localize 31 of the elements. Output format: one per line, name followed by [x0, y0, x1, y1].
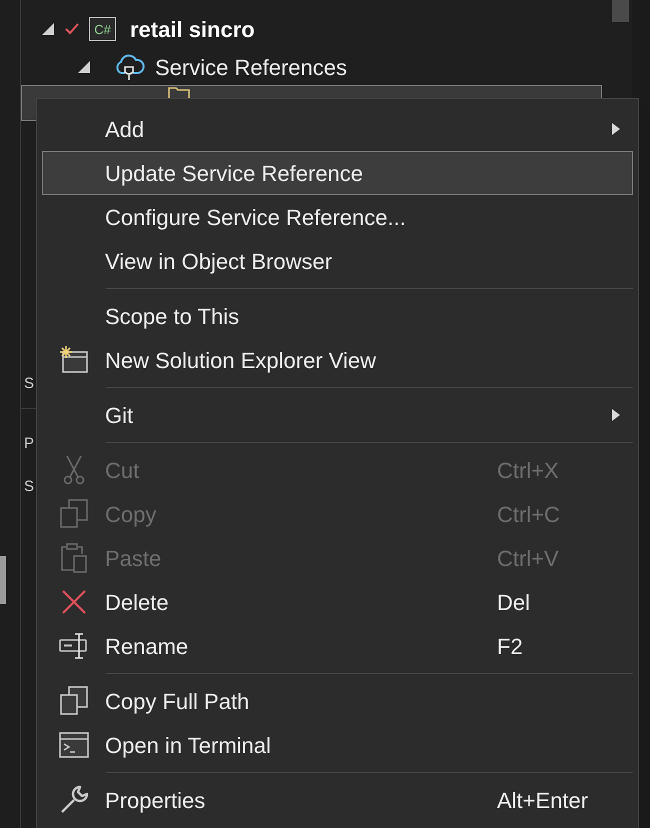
menu-item[interactable]: Add — [42, 107, 633, 151]
menu-item[interactable]: Update Service Reference — [42, 151, 633, 195]
tree-item-label[interactable]: Service References — [155, 50, 347, 84]
new-window-icon — [59, 346, 89, 374]
menu-item[interactable]: Properties Alt+Enter — [42, 778, 633, 822]
menu-item[interactable]: View in Object Browser — [42, 239, 633, 283]
panel-title: P — [24, 436, 34, 451]
menu-item[interactable]: Git — [42, 393, 633, 437]
delete-icon — [61, 589, 87, 615]
project-name[interactable]: retail sincro — [130, 12, 255, 46]
expander-icon[interactable] — [41, 22, 55, 36]
wrench-icon — [59, 785, 89, 815]
menu-item[interactable]: Copy Full Path — [42, 679, 633, 723]
scissors-icon — [63, 455, 85, 485]
menu-item[interactable]: Rename F2 — [42, 624, 633, 668]
panel-title: S — [24, 376, 34, 391]
project-badge: C# — [89, 17, 116, 41]
menu-item[interactable]: Scope to This — [42, 294, 633, 338]
panel-title: S — [24, 479, 34, 494]
menu-item[interactable]: Open in Terminal — [42, 723, 633, 767]
copy-icon — [59, 686, 89, 716]
copy-icon — [59, 499, 89, 529]
terminal-icon — [59, 732, 89, 758]
menu-item[interactable]: Configure Service Reference... — [42, 195, 633, 239]
clipboard-icon — [60, 542, 88, 574]
menu-item[interactable]: New Solution Explorer View — [42, 338, 633, 382]
scrollbar-thumb[interactable] — [0, 556, 6, 604]
expander-icon[interactable] — [77, 60, 91, 74]
scrollbar-thumb[interactable] — [612, 0, 629, 22]
menu-item[interactable]: Delete Del — [42, 580, 633, 624]
rename-icon — [59, 633, 89, 659]
